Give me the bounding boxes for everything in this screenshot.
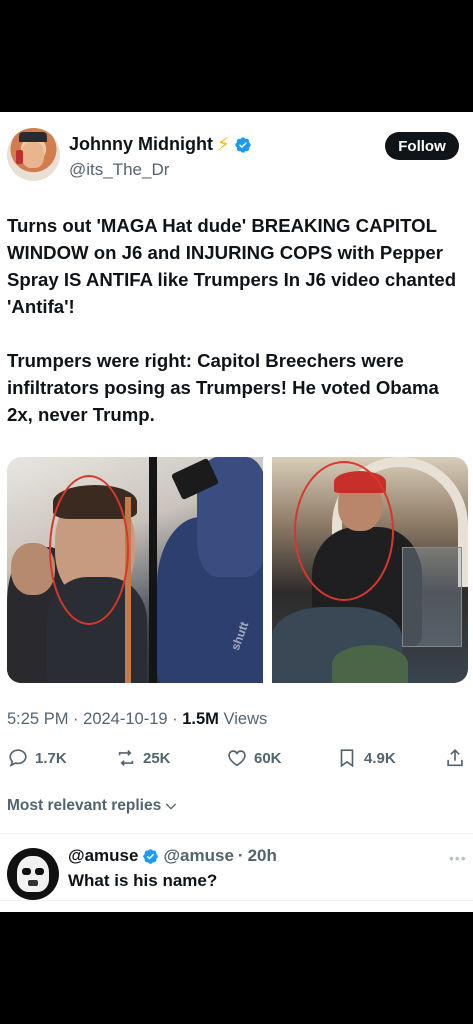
author-name-row[interactable]: Johnny Midnight ⚡ bbox=[69, 134, 252, 155]
reply-count: 1.7K bbox=[35, 749, 67, 767]
highlight-circle-right bbox=[294, 461, 394, 601]
reply-avatar[interactable] bbox=[7, 848, 59, 900]
author-name[interactable]: Johnny Midnight bbox=[69, 134, 213, 155]
reply-author-name[interactable]: @amuse bbox=[68, 846, 138, 866]
tweet-text: Turns out 'MAGA Hat dude' BREAKING CAPIT… bbox=[7, 215, 457, 425]
share-action[interactable] bbox=[444, 747, 466, 769]
views-count: 1.5M bbox=[182, 710, 219, 728]
verified-badge-icon bbox=[234, 136, 251, 153]
meta-separator: · bbox=[172, 710, 183, 728]
reply-icon bbox=[9, 749, 27, 767]
reply-action[interactable]: 1.7K bbox=[7, 747, 67, 769]
author-avatar[interactable] bbox=[7, 128, 60, 181]
meta-separator: · bbox=[237, 846, 244, 865]
bookmark-count: 4.9K bbox=[364, 749, 396, 767]
highlight-circle-left bbox=[49, 475, 129, 625]
repost-action[interactable]: 25K bbox=[115, 747, 171, 769]
reply-time[interactable]: 20h bbox=[248, 846, 277, 866]
photo-right[interactable] bbox=[272, 457, 468, 683]
action-bar: 1.7K 25K 60K 4.9K bbox=[0, 745, 473, 775]
verified-badge-icon bbox=[143, 848, 159, 864]
repost-icon bbox=[118, 750, 134, 766]
tweet-date[interactable]: 2024-10-19 bbox=[83, 710, 167, 728]
bookmark-icon bbox=[340, 749, 354, 768]
lightning-emoji: ⚡ bbox=[216, 134, 230, 154]
tweet-time[interactable]: 5:25 PM bbox=[7, 710, 68, 728]
repost-count: 25K bbox=[143, 749, 171, 767]
replies-filter[interactable]: Most relevant replies bbox=[7, 797, 179, 815]
author-handle[interactable]: @its_The_Dr bbox=[69, 160, 169, 180]
more-options-icon[interactable]: ••• bbox=[449, 850, 467, 866]
tweet-media[interactable]: shutt bbox=[7, 457, 468, 683]
meta-separator: · bbox=[73, 710, 84, 728]
tweet-meta: 5:25 PM · 2024-10-19 · 1.5M Views bbox=[7, 710, 267, 729]
bookmark-action[interactable]: 4.9K bbox=[336, 747, 396, 769]
follow-button[interactable]: Follow bbox=[385, 132, 459, 160]
replies-filter-label[interactable]: Most relevant replies bbox=[7, 797, 161, 815]
tweet-screen: Johnny Midnight ⚡ @its_The_Dr Follow Tur… bbox=[0, 112, 473, 912]
share-icon bbox=[447, 749, 463, 767]
like-action[interactable]: 60K bbox=[226, 747, 282, 769]
divider bbox=[0, 833, 473, 834]
reply-text: What is his name? bbox=[68, 871, 218, 890]
chevron-down-icon bbox=[166, 803, 177, 810]
reply-author-handle[interactable]: @amuse bbox=[163, 846, 233, 866]
views-label: Views bbox=[223, 710, 268, 728]
divider bbox=[0, 900, 473, 901]
heart-icon bbox=[228, 750, 246, 767]
photo-left[interactable]: shutt bbox=[7, 457, 263, 683]
reply-header: @amuse @amuse · 20h bbox=[68, 846, 277, 866]
like-count: 60K bbox=[254, 749, 282, 767]
